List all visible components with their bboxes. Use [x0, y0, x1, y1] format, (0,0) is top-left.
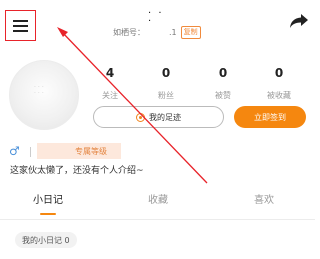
- content-tabs: 小日记 收藏 喜欢: [0, 190, 315, 220]
- avatar[interactable]: ··· ···: [9, 60, 79, 130]
- hamburger-menu-icon: [13, 20, 28, 22]
- level-label: 专属等级: [75, 146, 107, 156]
- fans-count: 0: [161, 66, 171, 80]
- stat-fans[interactable]: 0 粉丝: [146, 66, 186, 101]
- diary-count-chip[interactable]: 我的小日记 0: [15, 232, 77, 248]
- user-bio: 这家伙太懒了，还没有个人介绍~: [10, 166, 144, 176]
- footprint-button[interactable]: 我的足迹: [93, 106, 224, 128]
- following-label: 关注: [102, 91, 118, 100]
- collected-count: 0: [274, 66, 284, 80]
- copy-id-button[interactable]: 复制: [180, 25, 201, 39]
- stat-following[interactable]: 4 关注: [90, 66, 130, 101]
- tab-diary[interactable]: 小日记: [33, 194, 63, 208]
- tabs-divider: [0, 219, 315, 220]
- tab-favorites[interactable]: 收藏: [148, 194, 168, 208]
- divider: [30, 147, 31, 157]
- male-icon: ♂: [9, 144, 20, 158]
- username: · · ·: [148, 8, 164, 27]
- likes-count: 0: [218, 66, 228, 80]
- following-count: 4: [105, 66, 115, 80]
- tab-likes[interactable]: 喜欢: [254, 194, 274, 208]
- likes-label: 被赞: [215, 91, 231, 100]
- active-tab-indicator: [40, 213, 56, 215]
- collected-label: 被收藏: [267, 91, 291, 100]
- menu-button[interactable]: [5, 10, 36, 41]
- user-id-prefix: 如栖号：: [113, 27, 145, 37]
- stat-collected[interactable]: 0 被收藏: [259, 66, 299, 101]
- level-badge[interactable]: 专属等级: [37, 143, 121, 159]
- share-arrow-icon[interactable]: [289, 13, 309, 29]
- footprint-label: 我的足迹: [149, 112, 181, 122]
- checkin-button[interactable]: 立即签到: [234, 106, 306, 128]
- footprint-icon: [136, 112, 145, 122]
- avatar-placeholder: ··· ···: [34, 84, 46, 97]
- user-id-row: 如栖号： .1 复制: [113, 24, 201, 40]
- user-id-suffix: .1: [169, 27, 177, 37]
- stat-likes[interactable]: 0 被赞: [203, 66, 243, 101]
- fans-label: 粉丝: [158, 91, 174, 100]
